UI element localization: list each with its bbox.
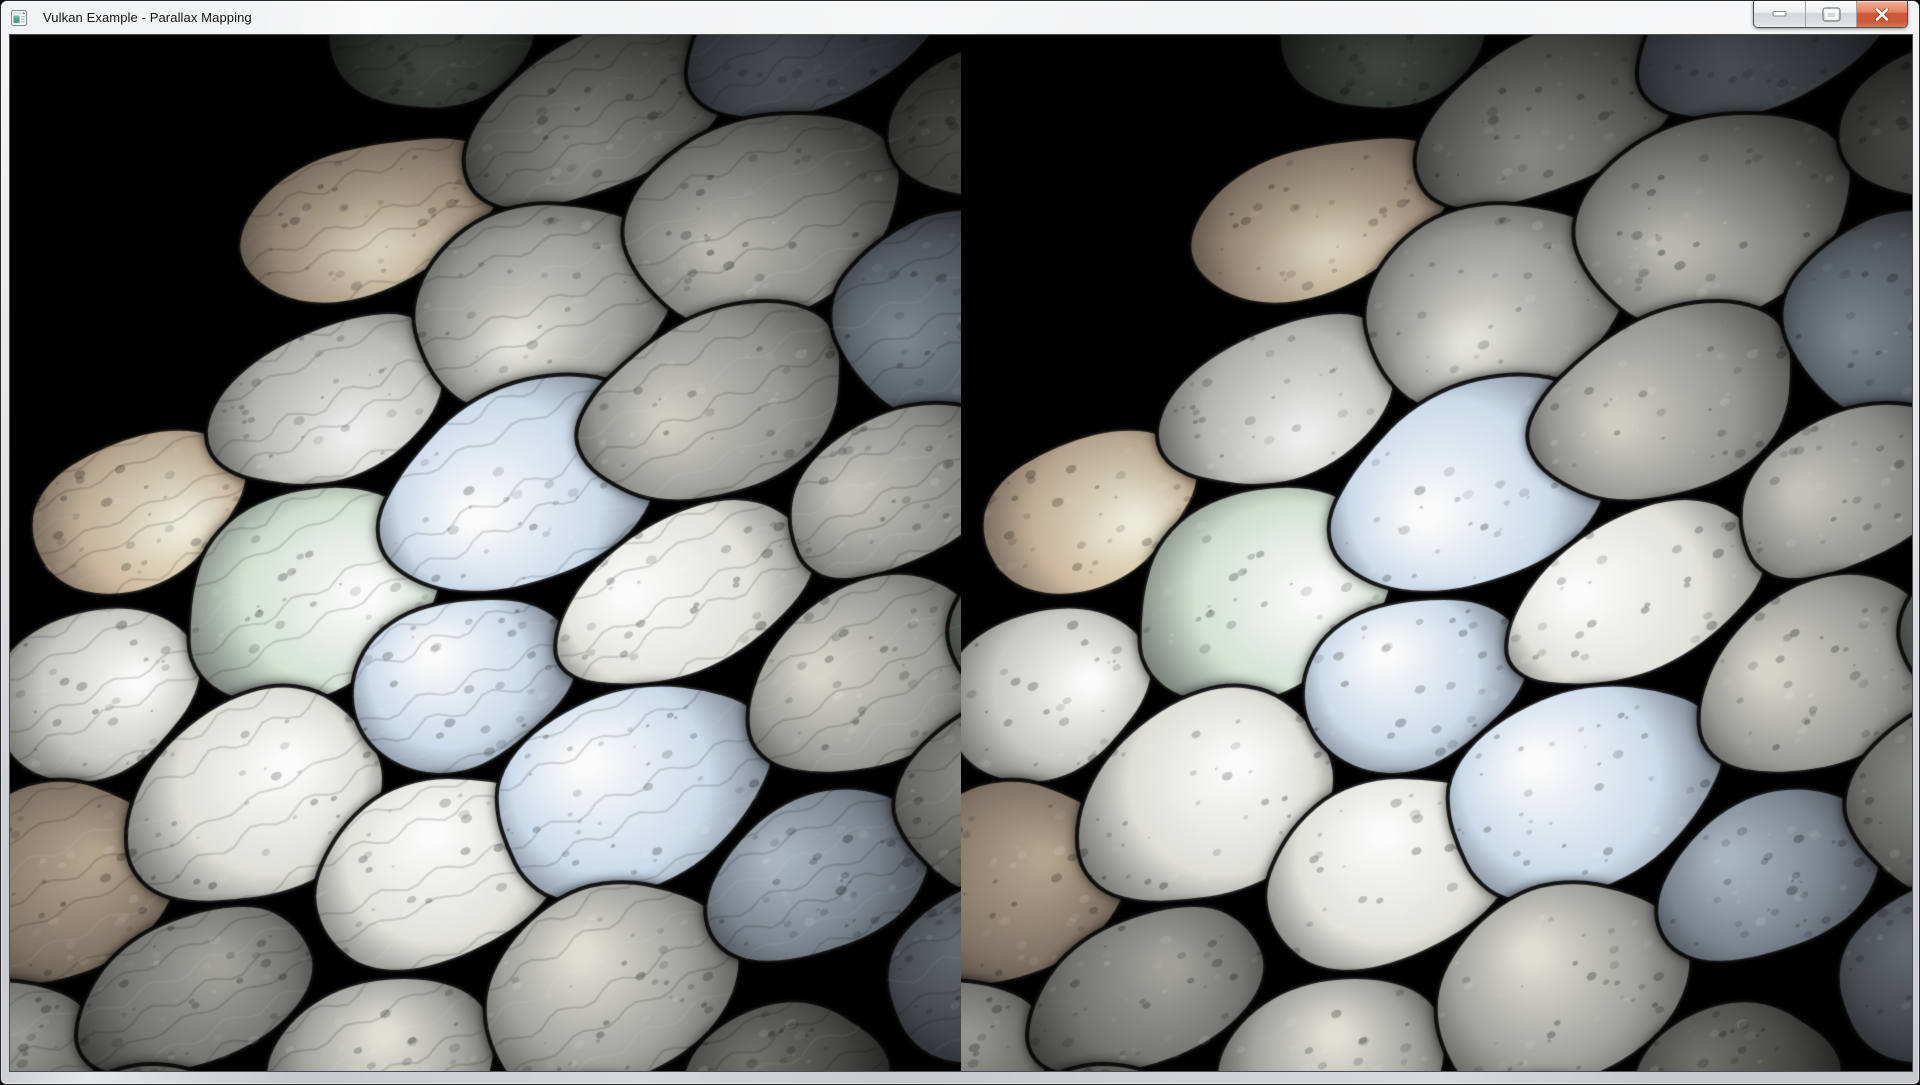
minimize-icon [1772,10,1788,18]
close-icon [1874,8,1890,21]
maximize-button[interactable] [1806,1,1857,27]
caption-buttons [1753,1,1908,28]
minimize-button[interactable] [1754,1,1806,27]
window-title: Vulkan Example - Parallax Mapping [43,10,252,25]
render-area [10,35,1912,1071]
app-icon [11,10,27,26]
viewport-right[interactable] [961,35,1912,1071]
maximize-icon [1822,7,1841,22]
titlebar[interactable]: Vulkan Example - Parallax Mapping [1,1,1919,34]
vulkan-example-icon [11,10,27,26]
close-button[interactable] [1857,1,1907,27]
app-window: Vulkan Example - Parallax Mapping [0,0,1920,1085]
viewport-left[interactable] [10,35,961,1071]
